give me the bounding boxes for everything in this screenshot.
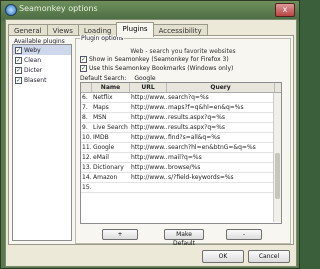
cell-url[interactable]: http://www... xyxy=(130,153,167,162)
options-window: Seamonkey options x General Views Loadin… xyxy=(0,0,300,269)
cell-url[interactable]: http://www... xyxy=(130,163,167,172)
cell-name[interactable]: Maps xyxy=(92,103,130,112)
cell-name[interactable] xyxy=(92,183,130,192)
table-row[interactable]: 9. Live Search http://www... results.aspx?q… xyxy=(81,123,281,133)
row-index: 9. xyxy=(82,124,88,131)
plugins-tab-panel: Available plugins ✓ Weby ✓ Clean ✓ Dicte… xyxy=(8,35,294,247)
cell-name[interactable]: Dictionary xyxy=(92,163,130,172)
dialog-body: General Views Loading Plugins Accessibil… xyxy=(5,19,297,267)
cell-url[interactable]: http://www... xyxy=(130,103,167,112)
plugin-label: Dicter xyxy=(24,66,43,74)
plugin-checkbox[interactable]: ✓ xyxy=(15,56,22,64)
plugin-item-dicter[interactable]: ✓ Dicter xyxy=(13,65,71,75)
add-engine-button[interactable]: + xyxy=(102,229,138,240)
cell-name[interactable]: Netflix xyxy=(92,93,130,102)
default-search-row: Default Search: Google xyxy=(80,75,162,82)
row-index: 10. xyxy=(82,134,92,141)
plugin-checkbox[interactable]: ✓ xyxy=(15,66,22,74)
cell-url[interactable]: http://www... xyxy=(130,173,167,182)
default-search-value[interactable]: Google xyxy=(134,75,155,82)
plugin-item-clean[interactable]: ✓ Clean xyxy=(13,55,71,65)
row-index: 6. xyxy=(82,94,88,101)
cell-url[interactable]: http://www... xyxy=(130,133,167,142)
plugin-checkbox[interactable]: ✓ xyxy=(15,76,22,84)
table-row[interactable]: 14. Amazon http://www... s/?field-keywords=… xyxy=(81,173,281,183)
cell-name[interactable]: IMDB xyxy=(92,133,130,142)
cell-name[interactable]: Amazon xyxy=(92,173,130,182)
table-row[interactable]: 8. MSN http://www... results.aspx?q=%s xyxy=(81,113,281,123)
grid-scrollbar[interactable] xyxy=(273,93,281,222)
option-use-bookmarks[interactable]: ✓ Use this Seamonkey Bookmarks (Windows … xyxy=(80,65,233,72)
cell-url[interactable]: http://www... xyxy=(130,123,167,132)
scrollbar-thumb[interactable] xyxy=(275,153,280,199)
option-label: Show in Seamonkey (Seamonkey for Firefox… xyxy=(89,56,229,63)
ok-button[interactable]: OK xyxy=(202,250,244,263)
table-row[interactable]: 13. Dictionary http://www... browse/%s xyxy=(81,163,281,173)
cell-name[interactable]: MSN xyxy=(92,113,130,122)
cell-name[interactable]: Live Search xyxy=(92,123,130,132)
plugin-label: Weby xyxy=(24,46,41,54)
table-row[interactable]: 7. Maps http://www... maps?f=q&hl=en&q=%s xyxy=(81,103,281,113)
row-index: 8. xyxy=(82,114,88,121)
cell-query[interactable]: search?hl=en&btnG=&q=%s xyxy=(167,143,275,152)
cell-query[interactable]: s/?field-keywords=%s xyxy=(167,173,275,182)
cell-query[interactable] xyxy=(167,183,275,192)
cell-query[interactable]: results.aspx?q=%s xyxy=(167,113,275,122)
table-row[interactable]: 12. eMail http://www... mail?q=%s xyxy=(81,153,281,163)
table-row[interactable]: 15. xyxy=(81,183,281,193)
option-show-in-browser[interactable]: ✓ Show in Seamonkey (Seamonkey for Firef… xyxy=(80,56,229,63)
row-index: 15. xyxy=(82,184,92,191)
table-row[interactable]: 10. IMDB http://www... find?s=all&q=%s xyxy=(81,133,281,143)
plugin-label: Clean xyxy=(24,56,42,64)
row-index: 11. xyxy=(82,144,92,151)
cell-url[interactable]: http://www... xyxy=(130,93,167,102)
plugin-checkbox[interactable]: ✓ xyxy=(15,46,22,54)
cell-query[interactable]: browse/%s xyxy=(167,163,275,172)
app-icon xyxy=(5,4,17,16)
table-row[interactable]: 11. Google http://www... search?hl=en&btnG=… xyxy=(81,143,281,153)
row-index: 7. xyxy=(82,104,88,111)
plugin-options-group: Plugin options Web - search you favorite… xyxy=(75,35,291,247)
cell-name[interactable]: eMail xyxy=(92,153,130,162)
close-button[interactable]: x xyxy=(275,3,295,17)
cell-url[interactable] xyxy=(130,183,167,192)
window-title: Seamonkey options xyxy=(19,4,98,13)
column-header-url[interactable]: URL xyxy=(130,83,167,92)
cell-url[interactable]: http://www... xyxy=(130,143,167,152)
cell-query[interactable]: search?q=%s xyxy=(167,93,275,102)
search-engines-grid: Name URL Query 6. Netflix http://www... sea… xyxy=(80,82,282,224)
tab-bar: General Views Loading Plugins Accessibil… xyxy=(8,22,208,37)
cell-name[interactable]: Google xyxy=(92,143,130,152)
cell-query[interactable]: results.aspx?q=%s xyxy=(167,123,275,132)
table-row[interactable]: 6. Netflix http://www... search?q=%s xyxy=(81,93,281,103)
cell-url[interactable]: http://www... xyxy=(130,113,167,122)
plugin-item-weby[interactable]: ✓ Weby xyxy=(13,45,71,55)
option-checkbox[interactable]: ✓ xyxy=(80,65,87,72)
plugin-description: Web - search you favorite websites xyxy=(130,48,236,55)
plugin-list: ✓ Weby ✓ Clean ✓ Dicter ✓ Blasent xyxy=(12,44,72,241)
plugin-label: Blasent xyxy=(24,76,47,84)
column-header-index xyxy=(81,83,92,92)
row-index: 13. xyxy=(82,164,92,171)
default-search-label: Default Search: xyxy=(80,75,127,82)
grid-header: Name URL Query xyxy=(81,83,281,93)
row-index: 12. xyxy=(82,154,92,161)
title-bar[interactable]: Seamonkey options x xyxy=(1,1,299,19)
cell-query[interactable]: mail?q=%s xyxy=(167,153,275,162)
cell-query[interactable]: maps?f=q&hl=en&q=%s xyxy=(167,103,275,112)
option-label: Use this Seamonkey Bookmarks (Windows on… xyxy=(89,65,234,72)
column-header-name[interactable]: Name xyxy=(92,83,130,92)
option-checkbox[interactable]: ✓ xyxy=(80,56,87,63)
column-header-query[interactable]: Query xyxy=(167,83,275,92)
remove-engine-button[interactable]: - xyxy=(226,229,262,240)
tab-plugins[interactable]: Plugins xyxy=(116,22,154,37)
available-plugins-group: Available plugins ✓ Weby ✓ Clean ✓ Dicte… xyxy=(11,38,73,242)
cancel-button[interactable]: Cancel xyxy=(248,250,290,263)
make-default-button[interactable]: Make Default xyxy=(164,229,204,247)
row-index: 14. xyxy=(82,174,92,181)
cell-query[interactable]: find?s=all&q=%s xyxy=(167,133,275,142)
plugin-item-blasent[interactable]: ✓ Blasent xyxy=(13,75,71,85)
